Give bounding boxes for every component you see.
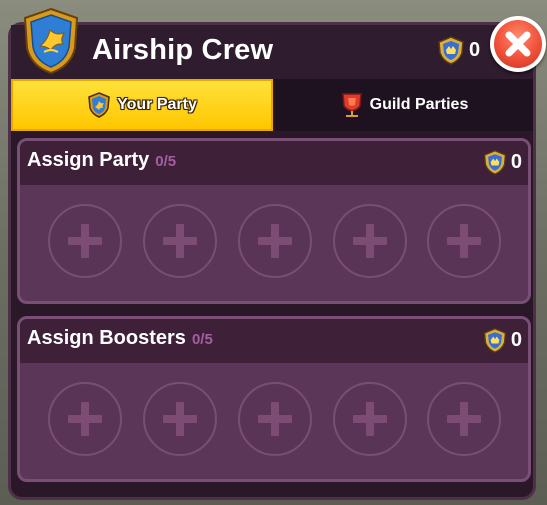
plus-icon	[271, 402, 279, 436]
tab-your-party[interactable]: Your Party	[11, 79, 273, 131]
section-title: Assign Boosters 0/5	[27, 327, 213, 350]
guild-banner-icon	[341, 93, 362, 117]
tab-label: Guild Parties	[369, 96, 469, 113]
plus-icon	[176, 224, 184, 258]
tab-bar: Your Party Guild Parties	[11, 79, 533, 131]
crown-badge-icon	[483, 150, 506, 175]
gold-counter: 0	[436, 34, 480, 66]
plus-icon	[460, 402, 468, 436]
section-title-text: Assign Party	[27, 149, 150, 171]
plus-icon	[271, 224, 279, 258]
plus-icon	[460, 224, 468, 258]
booster-slot-count: 0/5	[191, 331, 213, 348]
crown-badge-icon	[483, 328, 506, 353]
party-slot-add[interactable]	[48, 204, 122, 278]
plus-icon	[366, 402, 374, 436]
section-header: Assign Boosters 0/5 0	[20, 319, 528, 363]
booster-slots	[20, 363, 528, 479]
section-title: Assign Party 0/5	[27, 149, 176, 172]
plus-icon	[81, 402, 89, 436]
party-slot-add[interactable]	[143, 204, 217, 278]
booster-slot-add[interactable]	[238, 382, 312, 456]
shield-emblem-icon	[88, 92, 110, 118]
booster-slot-add[interactable]	[48, 382, 122, 456]
section-title-text: Assign Boosters	[27, 327, 186, 349]
party-slot-add[interactable]	[427, 204, 501, 278]
tab-label: Your Party	[117, 96, 197, 113]
section-gold-count: 0	[510, 328, 522, 351]
plus-icon	[366, 224, 374, 258]
section-header: Assign Party 0/5 0	[20, 141, 528, 185]
section-gold: 0	[482, 149, 522, 175]
plus-icon	[81, 224, 89, 258]
assign-party-section: Assign Party 0/5 0	[17, 138, 531, 304]
crown-badge-icon	[438, 36, 464, 65]
close-icon	[505, 31, 531, 57]
tab-guild-parties[interactable]: Guild Parties	[275, 79, 533, 131]
plus-icon	[176, 402, 184, 436]
section-gold: 0	[482, 327, 522, 353]
section-gold-count: 0	[510, 150, 522, 173]
assign-boosters-section: Assign Boosters 0/5 0	[17, 316, 531, 482]
party-slot-add[interactable]	[333, 204, 407, 278]
page-title: Airship Crew	[92, 34, 274, 66]
party-slots	[20, 185, 528, 301]
booster-slot-add[interactable]	[143, 382, 217, 456]
close-button-face	[494, 20, 542, 68]
party-slot-count: 0/5	[155, 153, 177, 170]
airship-shield-icon	[23, 7, 79, 75]
booster-slot-add[interactable]	[333, 382, 407, 456]
booster-slot-add[interactable]	[427, 382, 501, 456]
close-button[interactable]	[490, 16, 546, 72]
party-slot-add[interactable]	[238, 204, 312, 278]
gold-count: 0	[469, 38, 481, 61]
